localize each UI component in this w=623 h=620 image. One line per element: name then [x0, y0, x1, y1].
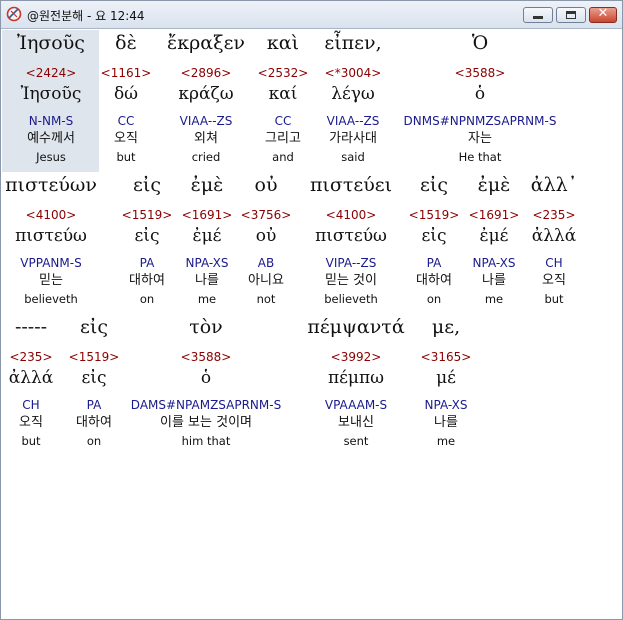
- word-korean[interactable]: 자는: [385, 131, 575, 147]
- word-strong[interactable]: <235>: [459, 208, 623, 222]
- word-english[interactable]: but: [459, 292, 623, 306]
- word-greek[interactable]: Ὁ: [385, 32, 575, 54]
- word-lemma[interactable]: ὁ: [385, 84, 575, 104]
- maximize-button[interactable]: [556, 7, 586, 23]
- word-lemma[interactable]: μέ: [351, 368, 541, 388]
- word-greek[interactable]: με,: [351, 316, 541, 338]
- word-greek[interactable]: ἀλλ᾽: [459, 174, 623, 196]
- word-parse[interactable]: NPA-XS: [351, 398, 541, 412]
- word-parse[interactable]: DNMS#NPNMZSAPRNM-S: [385, 114, 575, 128]
- app-window: @원전분해 - 요 12:44 ✕ Ἰησοῦς <2424> Ἰησοῦς N-NM…: [0, 0, 623, 620]
- word-korean[interactable]: 오직: [459, 273, 623, 289]
- app-icon: [6, 6, 22, 22]
- close-button[interactable]: ✕: [589, 6, 617, 23]
- word-strong[interactable]: <3165>: [351, 350, 541, 364]
- word-english[interactable]: He that: [385, 150, 575, 164]
- close-icon: ✕: [597, 6, 609, 21]
- word-lemma[interactable]: ἀλλά: [459, 226, 623, 246]
- interlinear-area: Ἰησοῦς <2424> Ἰησοῦς N-NM-S 예수께서 Jesus δὲ <1161…: [1, 29, 622, 619]
- window-title: @원전분해 - 요 12:44: [27, 9, 145, 23]
- title-bar[interactable]: @원전분해 - 요 12:44 ✕: [1, 1, 622, 29]
- word-strong[interactable]: <3588>: [385, 66, 575, 80]
- minimize-button[interactable]: [523, 7, 553, 23]
- word-english[interactable]: me: [351, 434, 541, 448]
- minimize-icon: [533, 16, 543, 19]
- word-korean[interactable]: 나를: [351, 415, 541, 431]
- maximize-icon: [566, 11, 576, 19]
- word-parse[interactable]: CH: [459, 256, 623, 270]
